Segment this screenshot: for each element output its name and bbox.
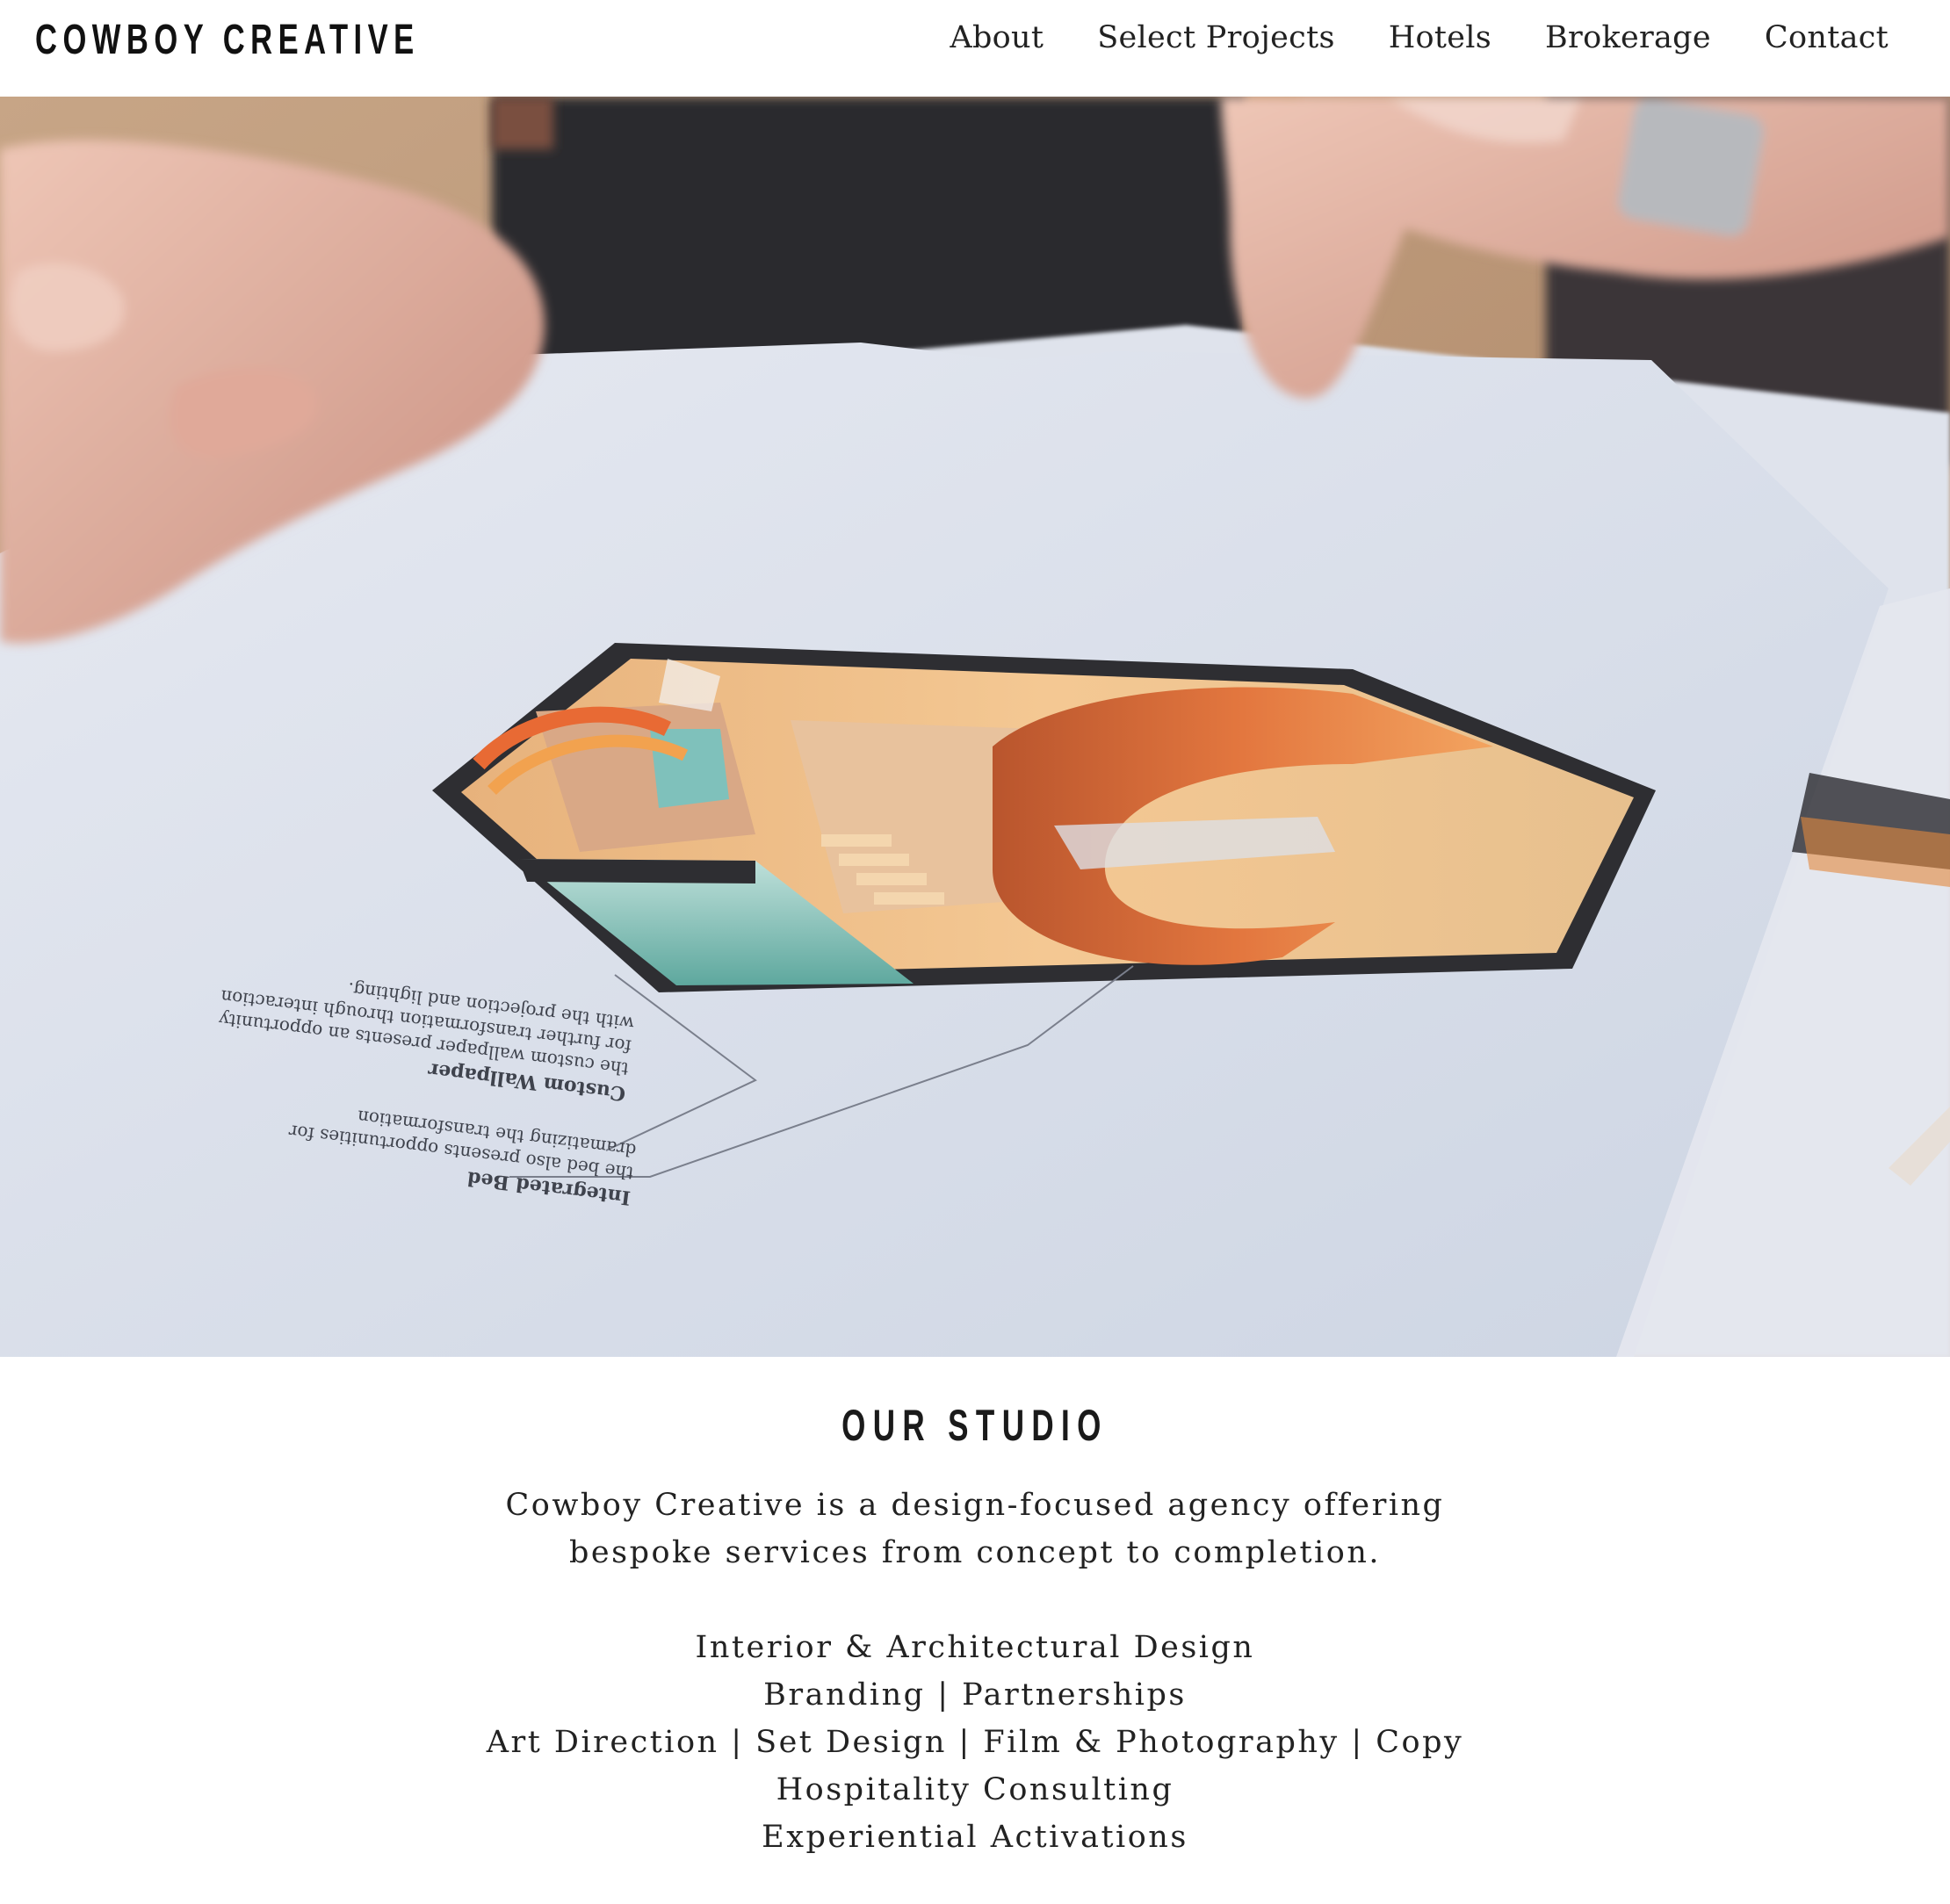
service-item: Experiential Activations [762, 1820, 1188, 1855]
brand-logo[interactable]: COWBOY CREATIVE [35, 14, 420, 67]
studio-intro: Cowboy Creative is a design-focused agen… [0, 1482, 1950, 1576]
nav-link-hotels[interactable]: Hotels [1389, 16, 1491, 60]
studio-intro-line-1: Cowboy Creative is a design-focused agen… [505, 1488, 1445, 1523]
our-studio-section: OUR STUDIO Cowboy Creative is a design-f… [0, 1357, 1950, 1904]
main-nav: About Select Projects Hotels Brokerage C… [950, 16, 1889, 60]
nav-link-about[interactable]: About [950, 16, 1044, 60]
service-item: Interior & Architectural Design [695, 1630, 1255, 1665]
services-list: Interior & Architectural Design Branding… [0, 1624, 1950, 1861]
site-header: COWBOY CREATIVE About Select Projects Ho… [0, 0, 1950, 97]
nav-link-select-projects[interactable]: Select Projects [1097, 16, 1334, 60]
service-item: Art Direction | Set Design | Film & Phot… [486, 1725, 1464, 1760]
service-item: Branding | Partnerships [763, 1677, 1187, 1713]
hero-video: Integrated Bed the bed also presents opp… [0, 97, 1950, 1357]
hero-image: Integrated Bed the bed also presents opp… [0, 97, 1950, 1357]
section-heading: OUR STUDIO [841, 1401, 1109, 1450]
nav-link-brokerage[interactable]: Brokerage [1545, 16, 1711, 60]
nav-link-contact[interactable]: Contact [1765, 16, 1889, 60]
service-item: Hospitality Consulting [776, 1772, 1174, 1807]
studio-intro-line-2: bespoke services from concept to complet… [568, 1535, 1381, 1570]
